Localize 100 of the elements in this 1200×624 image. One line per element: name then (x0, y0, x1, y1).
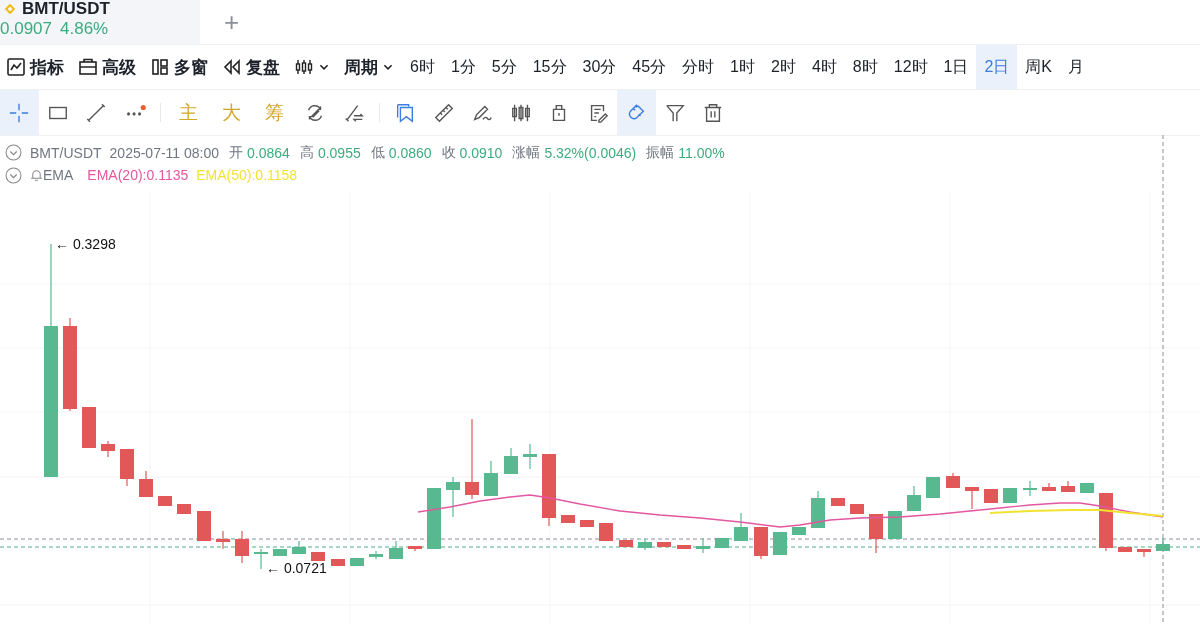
candle (120, 448, 134, 487)
bell-icon[interactable] (30, 168, 43, 182)
legend-time: 2025-07-11 08:00 (109, 144, 220, 161)
legend-value: 0.0860 (388, 144, 432, 161)
interval-tab[interactable]: 1日 (935, 45, 977, 89)
collapse-icon[interactable] (5, 144, 22, 161)
interval-tab[interactable]: 1分 (442, 45, 484, 89)
candle (657, 541, 671, 548)
ema-value: EMA(50):0.1158 (196, 167, 298, 183)
legend-value: 5.32%(0.0046) (544, 144, 637, 161)
candle (811, 490, 825, 529)
candle (869, 513, 883, 554)
ema-value: EMA(20):0.1135 (87, 167, 189, 183)
legend-value: 11.00% (678, 144, 725, 161)
candle (446, 476, 460, 518)
line-icon[interactable] (85, 101, 108, 124)
legend-symbol: BMT/USDT (30, 144, 102, 161)
candle (946, 472, 960, 489)
candle (82, 406, 96, 449)
interval-tab[interactable]: 8时 (844, 45, 886, 89)
candle (101, 440, 115, 458)
candle (1080, 482, 1094, 494)
high-price-label: ← 0.3298 (55, 236, 116, 252)
period-dropdown[interactable]: 周期 (338, 45, 402, 89)
candle (984, 488, 998, 504)
candle (599, 522, 613, 542)
candle (1003, 487, 1017, 504)
interval-tab[interactable]: 15分 (524, 45, 575, 89)
candles-icon (294, 57, 314, 77)
advanced-button[interactable]: 高级 (72, 45, 144, 89)
interval-tab[interactable]: 月 (1060, 45, 1092, 89)
price: 0.0907 (0, 19, 52, 39)
replay-button[interactable]: 复盘 (216, 45, 288, 89)
candle (350, 557, 364, 567)
candle (523, 443, 537, 470)
interval-tab[interactable]: 12时 (885, 45, 936, 89)
candle (677, 544, 691, 550)
candle (619, 539, 633, 548)
symbol-tab[interactable]: BMT/USDT 0.0907 4.86% (0, 0, 200, 44)
layout-icon (150, 57, 170, 77)
coin-icon (4, 3, 16, 15)
legend-label: 涨幅 (512, 143, 541, 162)
interval-tab[interactable]: 2时 (763, 45, 804, 89)
interval-tab[interactable]: 分时 (674, 45, 723, 89)
candle (408, 545, 422, 552)
low-price-label: ← 0.0721 (266, 560, 327, 576)
interval-tab[interactable]: 5分 (483, 45, 525, 89)
interval-tab[interactable]: 45分 (624, 45, 675, 89)
candle (197, 510, 211, 542)
interval-tab[interactable]: 30分 (574, 45, 625, 89)
interval-tab[interactable]: 1时 (722, 45, 763, 89)
legend-value: 0.0955 (317, 144, 361, 161)
candle (1061, 480, 1075, 493)
candle (177, 503, 191, 515)
candle (158, 495, 172, 507)
candle (831, 497, 845, 507)
legend-label: 低 (370, 143, 385, 162)
interval-tab[interactable]: 2日 (976, 45, 1018, 89)
collapse-icon[interactable] (5, 166, 22, 184)
legend-value: 0.0910 (459, 144, 503, 161)
legend-label: 振幅 (646, 143, 675, 162)
candle (216, 530, 230, 550)
rewind-icon (222, 57, 242, 77)
candle (965, 486, 979, 510)
legend-label: 高 (299, 143, 314, 162)
candle (561, 514, 575, 524)
candle (331, 558, 345, 567)
line-chart-icon (6, 57, 26, 77)
multi-window-button[interactable]: 多窗 (144, 45, 216, 89)
candle (139, 470, 153, 498)
symbol-name: BMT/USDT (22, 0, 110, 19)
candle (1137, 548, 1151, 558)
legend-value: 0.0864 (247, 144, 290, 161)
candle (504, 447, 518, 475)
legend-label: 开 (229, 143, 244, 162)
candle (1042, 482, 1056, 492)
legend-label: 收 (441, 143, 456, 162)
candle (1023, 480, 1037, 497)
briefcase-icon (78, 57, 98, 77)
candle (850, 503, 864, 515)
candle (1118, 546, 1132, 553)
candle (484, 460, 498, 497)
indicators-button[interactable]: 指标 (0, 45, 72, 89)
candle (792, 526, 806, 536)
candle (1099, 492, 1113, 552)
candle (235, 530, 249, 564)
candle (369, 550, 383, 560)
candle (580, 519, 594, 528)
candle (888, 510, 902, 540)
candle (754, 526, 768, 560)
candle (734, 512, 748, 542)
candle (311, 551, 325, 562)
interval-tab[interactable]: 6时 (402, 45, 443, 89)
candle (926, 476, 940, 499)
change-percent: 4.86% (60, 19, 109, 39)
interval-tab[interactable]: 4时 (803, 45, 845, 89)
interval-tab[interactable]: 周K (1017, 45, 1060, 89)
candle (907, 485, 921, 512)
ruler-icon[interactable] (432, 101, 455, 124)
indicator-name: EMA (43, 167, 74, 183)
